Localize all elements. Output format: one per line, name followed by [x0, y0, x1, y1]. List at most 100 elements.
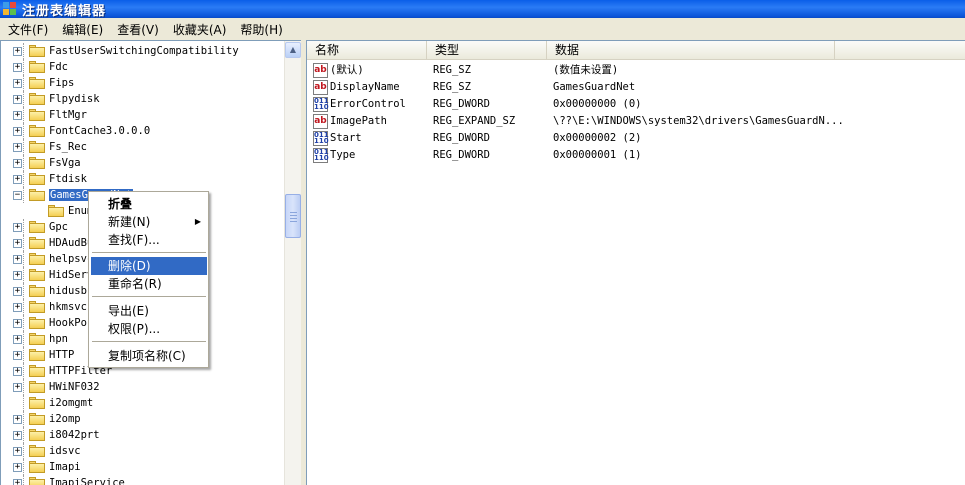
value-data: 0x00000002 (2): [553, 132, 642, 144]
column-header-data[interactable]: 数据: [547, 41, 835, 59]
expand-icon[interactable]: +: [13, 63, 22, 72]
tree-item-label: Ftdisk: [49, 173, 87, 185]
list-item[interactable]: 011 110 Start REG_DWORD 0x00000002 (2): [307, 130, 965, 147]
menu-item-find[interactable]: 查找(F)...: [91, 231, 207, 249]
expand-icon[interactable]: +: [13, 463, 22, 472]
tree-item[interactable]: + FsVga: [1, 155, 284, 171]
tree-connector: [23, 411, 24, 427]
tree-item[interactable]: + Imapi: [1, 459, 284, 475]
list-item[interactable]: ab DisplayName REG_SZ GamesGuardNet: [307, 79, 965, 96]
menu-favorites[interactable]: 收藏夹(A): [165, 21, 233, 38]
tree-connector: [23, 331, 24, 347]
tree-item[interactable]: + i2omp: [1, 411, 284, 427]
tree-item-label: HTTP: [49, 349, 75, 361]
tree-item[interactable]: i2omgmt: [1, 395, 284, 411]
list-item[interactable]: ab (默认) REG_SZ (数值未设置): [307, 62, 965, 79]
folder-icon: [29, 61, 45, 73]
value-name: ImagePath: [330, 115, 387, 127]
expand-icon[interactable]: +: [13, 223, 22, 232]
folder-icon: [29, 253, 45, 265]
folder-icon: [29, 221, 45, 233]
list-item[interactable]: ab ImagePath REG_EXPAND_SZ \??\E:\WINDOWS\s…: [307, 113, 965, 130]
expand-icon[interactable]: +: [13, 239, 22, 248]
collapse-icon[interactable]: −: [13, 191, 22, 200]
folder-icon: [29, 141, 45, 153]
tree-item-label: HidServ: [49, 269, 94, 281]
expand-icon[interactable]: +: [13, 319, 22, 328]
tree-item-label: FastUserSwitchingCompatibility: [49, 45, 239, 57]
expand-icon[interactable]: +: [13, 255, 22, 264]
expand-icon[interactable]: +: [13, 479, 22, 485]
expand-icon[interactable]: +: [13, 415, 22, 424]
list-item[interactable]: 011 110 Type REG_DWORD 0x00000001 (1): [307, 147, 965, 164]
menu-file[interactable]: 文件(F): [0, 21, 54, 38]
tree-item-label: FsVga: [49, 157, 81, 169]
tree-item[interactable]: + Fdc: [1, 59, 284, 75]
tree-connector: [23, 235, 24, 251]
tree-item-label: helpsvc: [49, 253, 94, 265]
menu-item-collapse[interactable]: 折叠: [91, 195, 207, 213]
expand-icon[interactable]: +: [13, 79, 22, 88]
column-header-type[interactable]: 类型: [427, 41, 547, 59]
expand-icon[interactable]: +: [13, 143, 22, 152]
menu-edit[interactable]: 编辑(E): [54, 21, 109, 38]
tree-item[interactable]: + HWiNF032: [1, 379, 284, 395]
tree-connector: [23, 91, 24, 107]
value-type: REG_DWORD: [433, 98, 490, 110]
menu-item-copy-key-name[interactable]: 复制项名称(C): [91, 347, 207, 365]
expand-icon[interactable]: +: [13, 271, 22, 280]
folder-icon: [29, 237, 45, 249]
tree-item[interactable]: + FontCache3.0.0.0: [1, 123, 284, 139]
registry-editor-icon: [3, 2, 17, 16]
expand-icon[interactable]: +: [13, 367, 22, 376]
tree-item[interactable]: + ImapiService: [1, 475, 284, 485]
expand-icon[interactable]: +: [13, 447, 22, 456]
registry-value-list[interactable]: 名称 类型 数据 ab (默认) REG_SZ (数值未设置) ab DisplayNam…: [306, 40, 965, 485]
menu-item-export[interactable]: 导出(E): [91, 302, 207, 320]
expand-icon[interactable]: +: [13, 159, 22, 168]
menu-item-delete[interactable]: 删除(D): [91, 257, 207, 275]
tree-item[interactable]: + FastUserSwitchingCompatibility: [1, 43, 284, 59]
menu-item-new[interactable]: 新建(N) ▶: [91, 213, 207, 231]
expand-icon[interactable]: +: [13, 111, 22, 120]
scroll-up-arrow-icon[interactable]: ▲: [285, 42, 301, 58]
tree-scrollbar[interactable]: ▲: [284, 41, 301, 485]
tree-item[interactable]: + i8042prt: [1, 427, 284, 443]
tree-connector: [23, 155, 24, 171]
expand-icon[interactable]: +: [13, 351, 22, 360]
title-bar[interactable]: 注册表编辑器: [0, 0, 965, 19]
value-type: REG_SZ: [433, 64, 471, 76]
tree-connector: [23, 427, 24, 443]
menu-item-rename[interactable]: 重命名(R): [91, 275, 207, 293]
value-name: Type: [330, 149, 356, 161]
tree-connector: [23, 139, 24, 155]
folder-icon: [29, 397, 45, 409]
list-item[interactable]: 011 110 ErrorControl REG_DWORD 0x00000000 (…: [307, 96, 965, 113]
expand-icon[interactable]: +: [13, 383, 22, 392]
list-header: 名称 类型 数据: [307, 41, 965, 60]
menu-item-permissions[interactable]: 权限(P)...: [91, 320, 207, 338]
menu-view[interactable]: 查看(V): [109, 21, 165, 38]
tree-item[interactable]: + Fs_Rec: [1, 139, 284, 155]
tree-item[interactable]: + Ftdisk: [1, 171, 284, 187]
tree-item[interactable]: + Fips: [1, 75, 284, 91]
expand-icon[interactable]: +: [13, 335, 22, 344]
expand-icon[interactable]: +: [13, 127, 22, 136]
expand-icon[interactable]: +: [13, 95, 22, 104]
value-data: \??\E:\WINDOWS\system32\drivers\GamesGua…: [553, 115, 844, 127]
tree-item-label: Gpc: [49, 221, 68, 233]
folder-icon: [29, 173, 45, 185]
expand-icon[interactable]: +: [13, 287, 22, 296]
expand-icon[interactable]: +: [13, 303, 22, 312]
expand-icon[interactable]: +: [13, 431, 22, 440]
expand-icon[interactable]: +: [13, 47, 22, 56]
tree-connector: [23, 251, 24, 267]
scroll-thumb[interactable]: [285, 194, 301, 238]
tree-item[interactable]: + idsvc: [1, 443, 284, 459]
column-header-name[interactable]: 名称: [307, 41, 427, 59]
tree-item[interactable]: + FltMgr: [1, 107, 284, 123]
expand-icon[interactable]: +: [13, 175, 22, 184]
menu-help[interactable]: 帮助(H): [232, 21, 288, 38]
folder-icon: [29, 317, 45, 329]
tree-item[interactable]: + Flpydisk: [1, 91, 284, 107]
